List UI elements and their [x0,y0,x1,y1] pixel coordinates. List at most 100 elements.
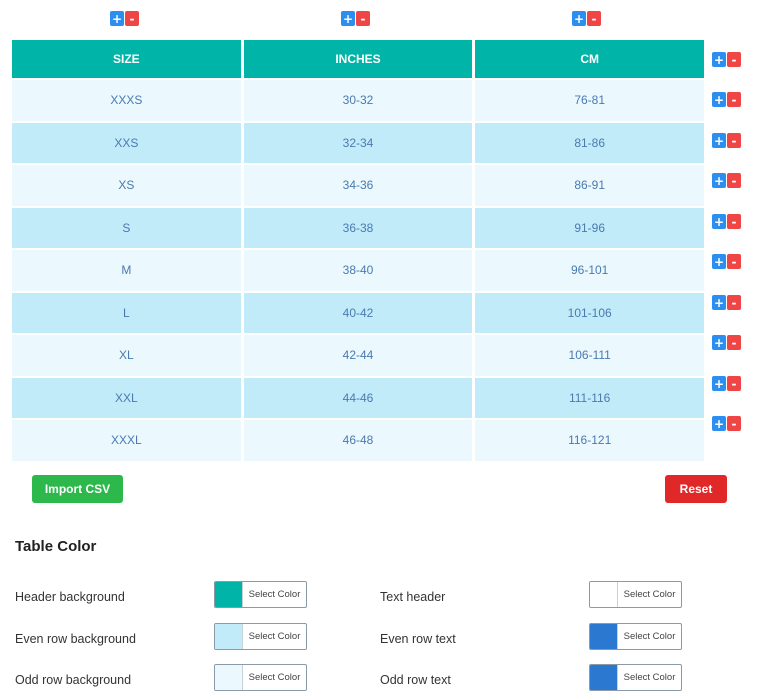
table-cell[interactable]: XXS [12,122,241,163]
row-controls: + - [712,173,741,188]
color-swatch [215,665,243,690]
table-cell[interactable]: 96-101 [475,250,705,291]
table-cell[interactable]: XXL [12,377,241,418]
table-cell[interactable]: S [12,207,241,248]
add-column-button[interactable]: + [341,11,355,26]
table-cell[interactable]: 86-91 [475,165,705,206]
table-cell[interactable]: 34-36 [243,165,473,206]
table-header-row: SIZE INCHES CM [12,40,705,78]
remove-column-button[interactable]: - [125,11,139,26]
table-cell[interactable]: 44-46 [243,377,473,418]
remove-row-button[interactable]: - [727,295,741,310]
table-cell[interactable]: 91-96 [475,207,705,248]
size-chart-table: SIZE INCHES CM XXXS 30-32 76-81 XXS 32-3… [12,40,705,461]
row-controls: + - [712,335,741,350]
color-swatch [590,582,618,607]
remove-row-button[interactable]: - [727,52,741,67]
table-cell[interactable]: M [12,250,241,291]
remove-row-button[interactable]: - [727,133,741,148]
row-controls: + - [712,295,741,310]
header-row-controls: + - [712,52,741,67]
add-row-button[interactable]: + [712,295,726,310]
reset-button[interactable]: Reset [665,475,727,503]
text-header-picker[interactable]: Select Color [589,581,682,608]
row-controls: + - [712,376,741,391]
table-cell[interactable]: 106-111 [475,335,705,376]
even-row-background-label: Even row background [15,632,136,646]
text-header-label: Text header [380,590,446,604]
add-row-button[interactable]: + [712,254,726,269]
remove-row-button[interactable]: - [727,214,741,229]
table-cell[interactable]: 46-48 [243,420,473,461]
table-cell[interactable]: XS [12,165,241,206]
table-cell[interactable]: 42-44 [243,335,473,376]
add-row-button[interactable]: + [712,52,726,67]
remove-row-button[interactable]: - [727,173,741,188]
header-cell[interactable]: CM [475,40,705,78]
import-csv-button[interactable]: Import CSV [32,475,123,503]
odd-row-text-label: Odd row text [380,673,451,687]
table-row: XS 34-36 86-91 [12,165,705,206]
table-cell[interactable]: 111-116 [475,377,705,418]
table-cell[interactable]: L [12,292,241,333]
header-background-label: Header background [15,590,125,604]
odd-row-background-picker[interactable]: Select Color [214,664,307,691]
table-cell[interactable]: XXXS [12,80,241,121]
column-3-controls: + - [572,11,601,26]
color-swatch [590,665,618,690]
table-cell[interactable]: 36-38 [243,207,473,248]
table-row: XXS 32-34 81-86 [12,122,705,163]
table-cell[interactable]: XL [12,335,241,376]
table-cell[interactable]: 81-86 [475,122,705,163]
table-cell[interactable]: 30-32 [243,80,473,121]
select-color-label: Select Color [623,672,676,683]
table-color-title: Table Color [15,538,97,555]
table-row: XXL 44-46 111-116 [12,377,705,418]
row-controls: + - [712,133,741,148]
table-cell[interactable]: 32-34 [243,122,473,163]
remove-row-button[interactable]: - [727,92,741,107]
remove-row-button[interactable]: - [727,416,741,431]
add-row-button[interactable]: + [712,214,726,229]
remove-column-button[interactable]: - [587,11,601,26]
select-color-label: Select Color [248,631,301,642]
even-row-background-picker[interactable]: Select Color [214,623,307,650]
add-row-button[interactable]: + [712,133,726,148]
table-cell[interactable]: XXXL [12,420,241,461]
column-2-controls: + - [341,11,370,26]
add-row-button[interactable]: + [712,92,726,107]
color-swatch [215,624,243,649]
add-row-button[interactable]: + [712,416,726,431]
add-column-button[interactable]: + [110,11,124,26]
add-row-button[interactable]: + [712,335,726,350]
table-row: S 36-38 91-96 [12,207,705,248]
remove-row-button[interactable]: - [727,376,741,391]
table-cell[interactable]: 76-81 [475,80,705,121]
remove-row-button[interactable]: - [727,335,741,350]
row-controls: + - [712,214,741,229]
table-row: M 38-40 96-101 [12,250,705,291]
color-swatch [215,582,243,607]
row-controls: + - [712,416,741,431]
remove-row-button[interactable]: - [727,254,741,269]
color-swatch [590,624,618,649]
table-row: L 40-42 101-106 [12,292,705,333]
header-background-picker[interactable]: Select Color [214,581,307,608]
table-cell[interactable]: 116-121 [475,420,705,461]
table-cell[interactable]: 38-40 [243,250,473,291]
add-row-button[interactable]: + [712,376,726,391]
remove-column-button[interactable]: - [356,11,370,26]
table-row: XXXL 46-48 116-121 [12,420,705,461]
row-controls: + - [712,254,741,269]
add-row-button[interactable]: + [712,173,726,188]
table-cell[interactable]: 101-106 [475,292,705,333]
header-cell[interactable]: SIZE [12,40,241,78]
even-row-text-picker[interactable]: Select Color [589,623,682,650]
add-column-button[interactable]: + [572,11,586,26]
header-cell[interactable]: INCHES [243,40,473,78]
table-cell[interactable]: 40-42 [243,292,473,333]
table-row: XXXS 30-32 76-81 [12,80,705,121]
table-row: XL 42-44 106-111 [12,335,705,376]
odd-row-text-picker[interactable]: Select Color [589,664,682,691]
select-color-label: Select Color [623,631,676,642]
